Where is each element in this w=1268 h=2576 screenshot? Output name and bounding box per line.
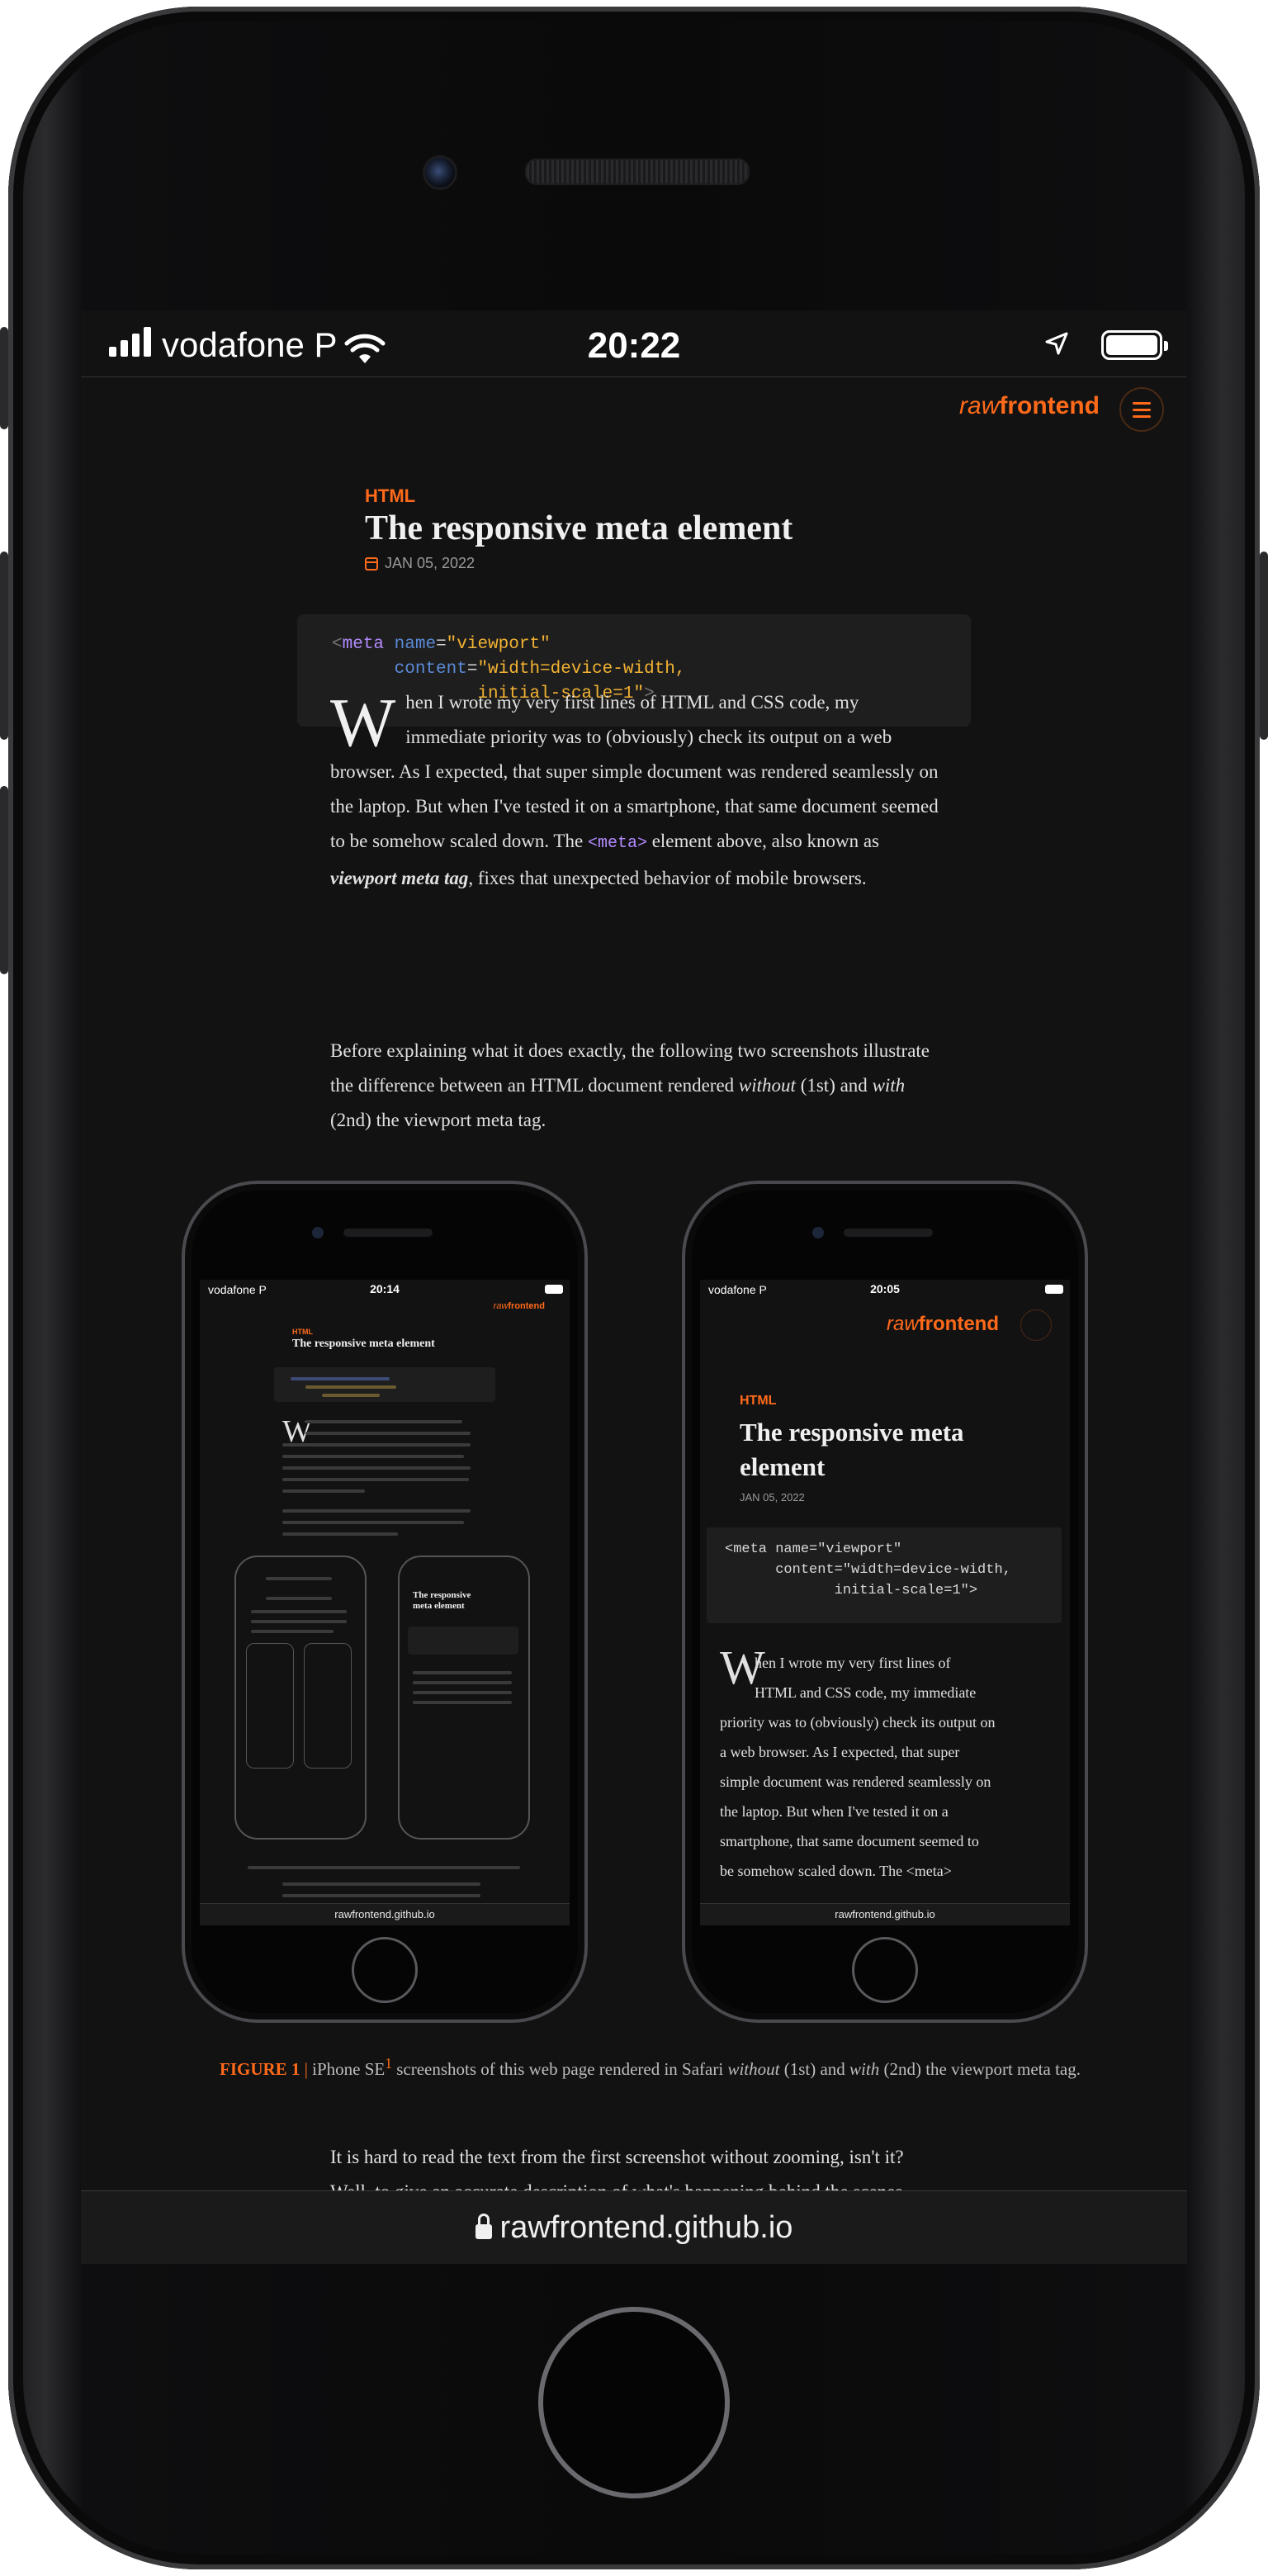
drop-cap: W <box>330 684 396 761</box>
second-paragraph: Before explaining what it does exactly, … <box>330 1040 930 1130</box>
home-button-icon <box>352 1937 418 2003</box>
site-header: rawfrontend <box>81 376 1187 443</box>
camera-icon <box>812 1227 824 1238</box>
speaker-icon <box>844 1229 933 1237</box>
mini-code-block <box>274 1367 495 1402</box>
hamburger-icon-line <box>1133 408 1151 411</box>
figure-screen: vodafone P 20:14 rawfrontend HTML The re… <box>200 1280 570 1925</box>
battery-icon <box>545 1285 563 1294</box>
figure-phone-with-viewport: vodafone P 20:05 rawfrontend HTML The re… <box>682 1181 1088 2023</box>
battery-icon <box>1101 330 1168 360</box>
mini-url-bar: rawfrontend.github.io <box>700 1903 1070 1925</box>
camera-icon <box>312 1227 324 1238</box>
home-button[interactable] <box>538 2307 730 2498</box>
browser-url-bar[interactable]: rawfrontend.github.io <box>81 2190 1187 2264</box>
article-category[interactable]: HTML <box>365 485 415 507</box>
mini-logo: rawfrontend <box>493 1301 545 1311</box>
hamburger-icon-line <box>1133 414 1151 418</box>
home-button-icon <box>852 1937 918 2003</box>
figure-screen: vodafone P 20:05 rawfrontend HTML The re… <box>700 1280 1070 1925</box>
mini-status-bar: vodafone P 20:05 <box>700 1280 1070 1300</box>
url-text: rawfrontend.github.io <box>499 2209 793 2245</box>
article-title: The responsive meta element <box>365 509 793 547</box>
figure-phone-without-viewport: vodafone P 20:14 rawfrontend HTML The re… <box>182 1181 588 2023</box>
intro-paragraph: When I wrote my very first lines of HTML… <box>330 684 939 889</box>
calendar-icon <box>365 556 378 571</box>
status-time: 20:22 <box>587 325 681 366</box>
mini-code-block: <meta name="viewport" content="width=dev… <box>707 1527 1062 1623</box>
figure-caption: FIGURE 1 | iPhone SE1 screenshots of thi… <box>220 2055 1081 2079</box>
volume-up-button <box>0 552 8 740</box>
earpiece-speaker <box>525 159 750 185</box>
menu-button[interactable] <box>1119 387 1164 432</box>
site-logo[interactable]: rawfrontend <box>959 392 1100 420</box>
hamburger-icon-line <box>1133 401 1151 405</box>
lock-icon <box>475 2214 492 2239</box>
inline-code: <meta> <box>587 834 647 853</box>
mini-menu-icon <box>1020 1309 1052 1341</box>
phone-screen: vodafone P 20:22 rawfrontend HTML The re… <box>81 310 1187 2264</box>
mini-url-bar: rawfrontend.github.io <box>200 1903 570 1925</box>
mini-logo: rawfrontend <box>887 1313 999 1335</box>
article-date: JAN 05, 2022 <box>365 555 475 572</box>
ring-switch <box>0 327 8 429</box>
battery-icon <box>1045 1285 1063 1294</box>
power-button <box>1260 552 1268 740</box>
front-camera <box>423 155 457 190</box>
volume-down-button <box>0 786 8 974</box>
status-bar: vodafone P 20:22 <box>81 310 1187 376</box>
speaker-icon <box>343 1229 433 1237</box>
mini-status-bar: vodafone P 20:14 <box>200 1280 570 1300</box>
location-arrow-icon <box>1045 332 1068 355</box>
